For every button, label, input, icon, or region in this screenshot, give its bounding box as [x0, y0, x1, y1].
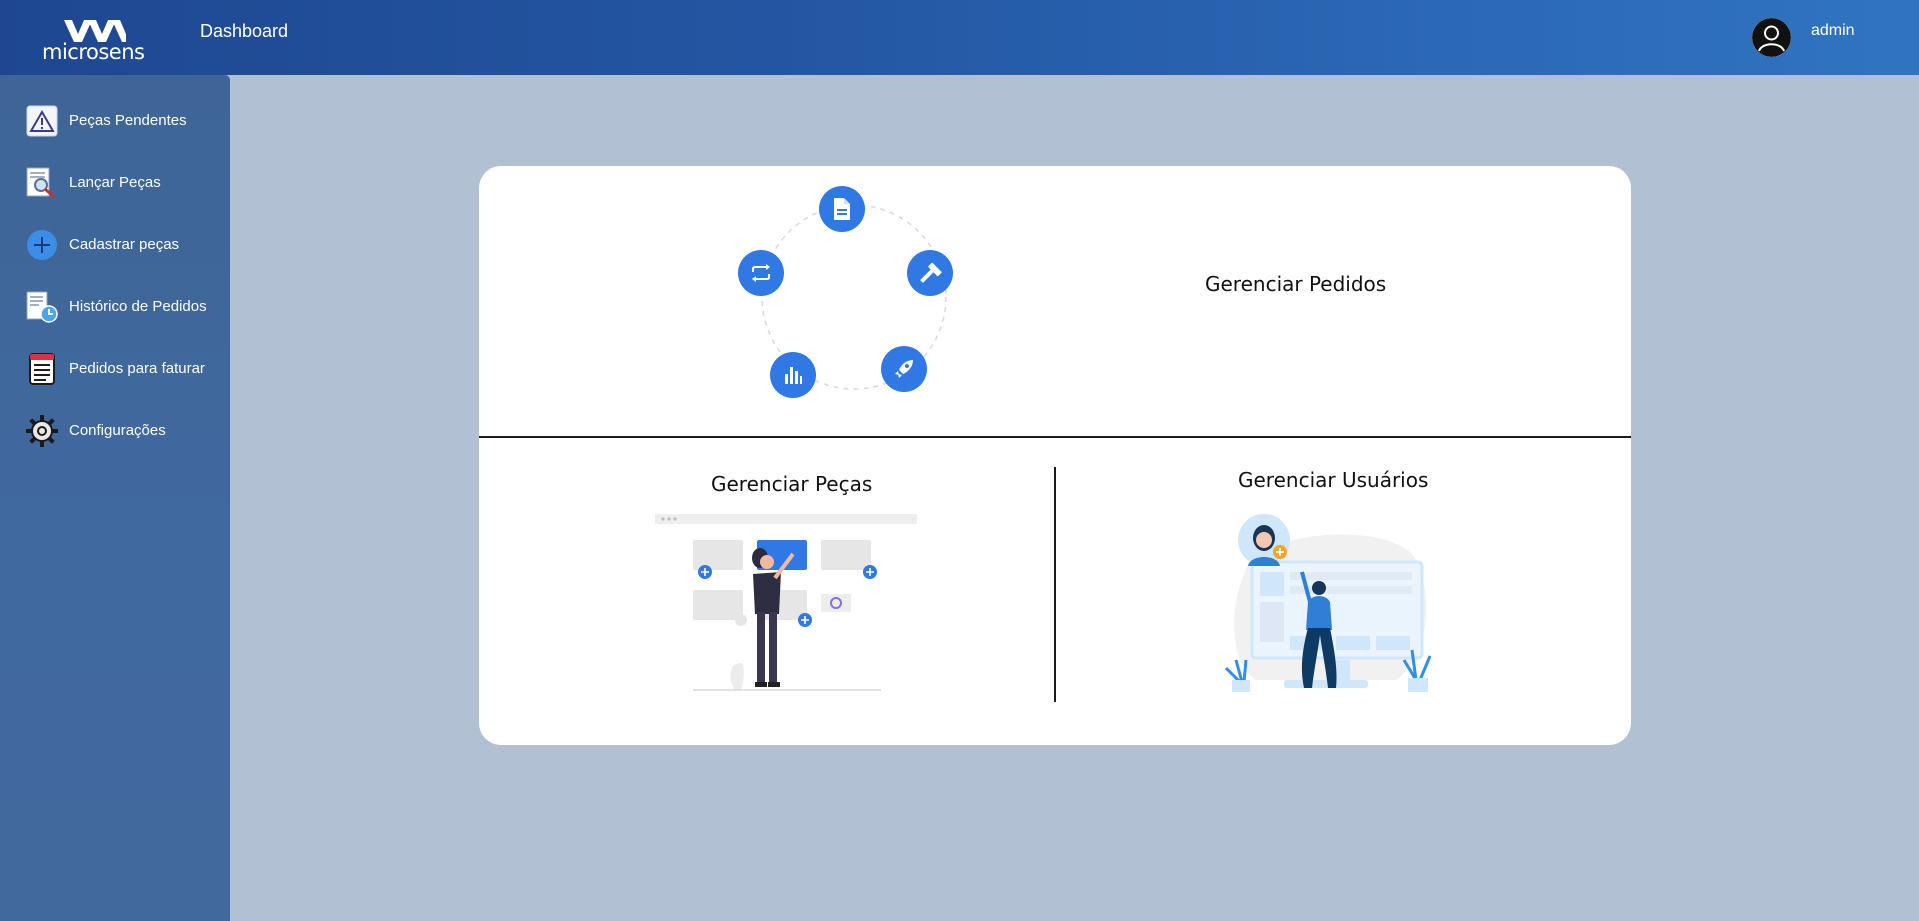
history-document-icon — [26, 291, 58, 323]
dashboard-card: Gerenciar Pedidos Gerenciar Peças Gerenc… — [479, 166, 1631, 745]
logo-text: microsens — [42, 40, 145, 64]
user-avatar-icon[interactable] — [1752, 18, 1791, 57]
gerenciar-pecas-title: Gerenciar Peças — [711, 472, 873, 496]
sidebar-item-label: Pedidos para faturar — [69, 360, 205, 377]
sidebar-item-label: Configurações — [69, 422, 166, 439]
logo-mark-icon — [64, 20, 126, 42]
sidebar-item-lancar-pecas[interactable]: Lançar Peças — [0, 159, 230, 205]
microsens-logo[interactable]: microsens — [38, 16, 158, 64]
warning-icon — [26, 105, 58, 137]
invoice-icon — [29, 353, 55, 385]
sidebar-item-label: Lançar Peças — [69, 174, 161, 191]
sidebar-item-pedidos-faturar[interactable]: Pedidos para faturar — [0, 345, 230, 391]
search-document-icon — [26, 167, 55, 199]
top-bar: microsens Dashboard admin — [0, 0, 1919, 75]
page-title: Dashboard — [200, 21, 289, 41]
parts-management-illustration — [655, 514, 917, 691]
plus-circle-icon — [27, 230, 57, 260]
gerenciar-pecas-section[interactable]: Gerenciar Peças — [479, 438, 1054, 728]
users-management-illustration — [1224, 514, 1432, 692]
gear-icon — [26, 415, 58, 447]
gerenciar-pedidos-title: Gerenciar Pedidos — [1205, 272, 1387, 296]
sidebar-item-pecas-pendentes[interactable]: Peças Pendentes — [0, 97, 230, 143]
sidebar: Peças Pendentes Lançar Peças Cadastrar p… — [0, 75, 230, 921]
sidebar-item-label: Peças Pendentes — [69, 112, 187, 129]
hammer-icon — [907, 250, 953, 296]
sidebar-item-label: Cadastrar peças — [69, 236, 180, 253]
sidebar-item-configuracoes[interactable]: Configurações — [0, 407, 230, 453]
document-icon — [819, 186, 865, 232]
rocket-icon — [881, 346, 927, 392]
sidebar-item-label: Histórico de Pedidos — [69, 298, 207, 315]
gerenciar-usuarios-title: Gerenciar Usuários — [1238, 468, 1429, 492]
gerenciar-pedidos-section[interactable]: Gerenciar Pedidos — [479, 166, 1631, 436]
repeat-icon — [738, 250, 784, 296]
sidebar-item-cadastrar-pecas[interactable]: Cadastrar peças — [0, 221, 230, 267]
bar-chart-icon — [770, 352, 816, 398]
sidebar-item-historico-pedidos[interactable]: Histórico de Pedidos — [0, 283, 230, 329]
username-label[interactable]: admin — [1811, 22, 1855, 40]
gerenciar-usuarios-section[interactable]: Gerenciar Usuários — [1056, 438, 1631, 728]
